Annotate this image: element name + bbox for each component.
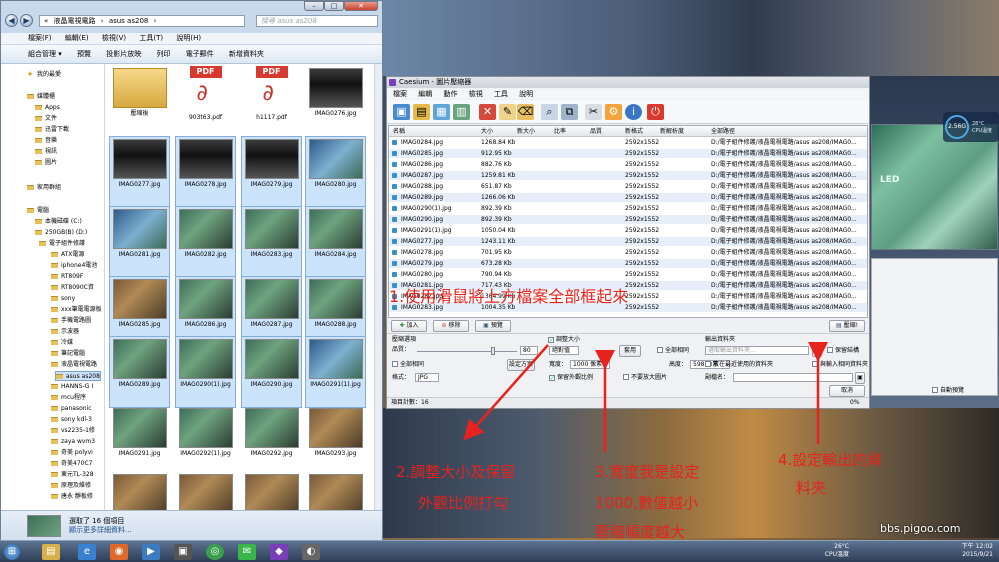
annotation-4-line2: 料夾 [796,479,827,497]
ie-taskbar-icon[interactable]: e [78,544,96,560]
annotation-2-line1: 2.調整大小及保留 [396,463,516,481]
firefox-taskbar-icon[interactable]: ◉ [110,544,128,560]
taskbar: ⊞ ▤ e ◉ ▶ ▣ ◎ ✉ ◆ ◐ 下午 12:02 2015/9/21 2… [0,540,999,562]
line-taskbar-icon[interactable]: ✉ [238,544,256,560]
forum-watermark: bbs.pigoo.com [880,522,961,535]
tray-cpu-label: CPU溫度 [824,551,849,558]
caesium-taskbar-icon[interactable]: ◆ [270,544,288,560]
annotation-4-line1: 4.設定輸出的資 [778,451,883,469]
annotation-1: 1.使用滑鼠將上方檔案全部框起來 [389,287,629,306]
arrow-to-resize [463,344,549,441]
system-tray: 下午 12:02 2015/9/21 [962,543,993,559]
explorer-taskbar-icon[interactable]: ▤ [42,544,60,560]
chrome-taskbar-icon[interactable]: ◎ [206,544,224,560]
annotation-3-line3: 壓縮幅度越大 [595,523,686,541]
tool-taskbar-icon[interactable]: ◐ [302,544,320,560]
annotation-2-line2: 外觀比例打勾 [418,494,509,512]
media-taskbar-icon[interactable]: ▶ [142,544,160,560]
tray-time[interactable]: 下午 12:02 [962,543,993,551]
start-button-icon[interactable]: ⊞ [4,544,20,560]
annotation-3-line1: 3.寬度我是設定 [595,463,700,481]
tray-cpu: 26°C CPU溫度 [825,543,849,559]
app-taskbar-icon[interactable]: ▣ [174,544,192,560]
tray-date[interactable]: 2015/9/21 [962,551,993,559]
annotation-3-line2: 1000,數值越小 [595,494,698,512]
tray-cpu-temp: 26°C [834,543,849,550]
